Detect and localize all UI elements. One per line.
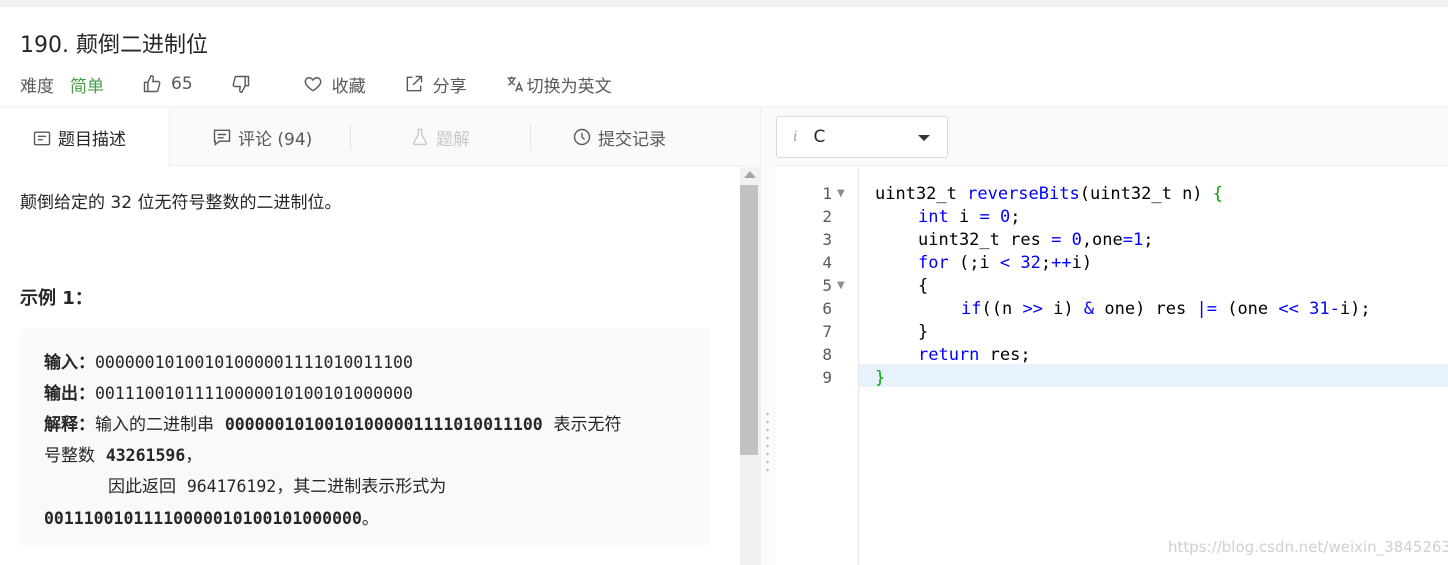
example-explanation-line4: 00111001011110000010100101000000。 (44, 504, 379, 529)
info-icon: i (793, 129, 798, 145)
language-select[interactable]: i C (776, 116, 948, 158)
explain-text: ，其二进制表示形式为 (276, 477, 447, 497)
tab-separator (350, 124, 351, 150)
tab-comments[interactable]: 评论 (94) (212, 108, 312, 166)
code-line: int i = 0; (918, 207, 1021, 227)
difficulty-label: 难度 (20, 76, 54, 97)
panel-resize-handle[interactable] (760, 108, 775, 565)
chevron-down-icon (918, 135, 930, 141)
example-output: 输出：00111001011110000010100101000000 (44, 379, 413, 404)
line-number: 9 (822, 368, 832, 387)
example-explanation-line3: 因此返回 964176192，其二进制表示形式为 (108, 472, 446, 497)
description-scrollbar[interactable] (740, 167, 760, 565)
share-icon (406, 75, 422, 92)
explain-number: 43261596 (105, 446, 186, 465)
share-button[interactable]: 分享 (404, 72, 467, 97)
fold-arrow-icon[interactable]: ▼ (837, 188, 845, 199)
scroll-up-arrow-icon[interactable] (744, 171, 756, 178)
explain-binary: 00111001011110000010100101000000 (44, 509, 362, 528)
explain-text: 。 (361, 509, 379, 529)
line-number: 2 (822, 207, 832, 226)
description-icon (33, 130, 51, 145)
code-editor[interactable]: 1 ▼ 2 3 4 5 ▼ 6 7 8 9 uint32_t reverseBi… (775, 167, 1448, 565)
description-text: 颠倒给定的 32 位无符号整数的二进制位。 (20, 193, 342, 213)
line-number: 4 (822, 253, 832, 272)
explain-text: 因此返回 (108, 477, 176, 497)
switch-language-button[interactable]: 切换为英文 (505, 72, 612, 97)
explain-binary: 00000010100101000001111010011100 (224, 415, 543, 434)
line-number: 7 (822, 322, 832, 341)
problem-title: 190. 颠倒二进制位 (20, 33, 208, 58)
example-box: 输入：00000010100101000001111010011100 输出：0… (20, 329, 710, 545)
tab-separator (530, 124, 531, 150)
explain-label: 解释： (44, 415, 95, 435)
tab-description-label: 题目描述 (58, 130, 126, 150)
explain-number: 964176192 (186, 477, 277, 496)
translate-icon (507, 76, 523, 92)
tab-submissions[interactable]: 提交记录 (572, 108, 666, 166)
example-explanation-line2: 号整数 43261596， (44, 441, 202, 466)
line-number: 8 (822, 345, 832, 364)
input-label: 输入： (44, 353, 95, 373)
dislike-button[interactable] (231, 74, 251, 94)
like-button[interactable]: 65 (142, 74, 193, 94)
share-label: 分享 (432, 76, 467, 97)
difficulty-value: 简单 (70, 76, 104, 97)
output-label: 输出： (44, 384, 95, 404)
code-line: if((n >> i) & one) res |= (one << 31-i); (961, 299, 1371, 319)
switch-language-label: 切换为英文 (526, 76, 612, 97)
code-line: uint32_t reverseBits(uint32_t n) { (875, 184, 1224, 204)
code-line: uint32_t res = 0,one=1; (918, 230, 1154, 250)
tab-comments-label: 评论 (94) (238, 129, 313, 150)
output-value: 00111001011110000010100101000000 (95, 384, 413, 403)
drag-dots-icon (766, 410, 769, 474)
fold-arrow-icon[interactable]: ▼ (837, 280, 845, 291)
problem-tabs: 题目描述 评论 (94) 题解 提交记录 (0, 108, 760, 167)
example-title: 示例 1： (20, 288, 93, 309)
tab-submissions-label: 提交记录 (598, 129, 666, 150)
code-line: } (875, 368, 886, 388)
example-input: 输入：00000010100101000001111010011100 (44, 348, 413, 373)
thumbs-up-icon (143, 74, 161, 93)
heart-icon (304, 77, 322, 92)
problem-meta: 难度 简单 65 收藏 分享 切换为英文 (20, 69, 612, 99)
problem-header: 190. 颠倒二进制位 难度 简单 65 收藏 分享 切换为英文 (0, 0, 1448, 106)
like-count: 65 (171, 74, 193, 94)
clock-icon (573, 128, 591, 146)
explain-text: 表示无符 (553, 415, 622, 435)
example-explanation-line1: 解释：输入的二进制串 00000010100101000001111010011… (44, 410, 622, 435)
explain-text: ， (185, 446, 203, 466)
tab-description[interactable]: 题目描述 (0, 108, 170, 167)
code-line: { (918, 276, 929, 296)
favorite-button[interactable]: 收藏 (303, 72, 366, 97)
thumbs-down-icon (232, 75, 249, 94)
active-line-highlight (859, 364, 1448, 387)
favorite-label: 收藏 (331, 76, 366, 97)
line-number: 3 (822, 230, 832, 249)
flask-icon (412, 128, 428, 146)
line-number: 1 (822, 184, 832, 203)
tab-solutions[interactable]: 题解 (410, 108, 470, 166)
scroll-thumb[interactable] (740, 185, 758, 455)
code-line: for (;i < 32;++i) (918, 253, 1093, 273)
line-number: 6 (822, 299, 832, 318)
code-line: return res; (918, 345, 1031, 365)
code-line: } (918, 322, 929, 342)
difficulty: 难度 简单 (20, 72, 142, 97)
explain-text: 输入的二进制串 (95, 415, 214, 435)
line-number: 5 (822, 276, 832, 295)
explain-text: 号整数 (44, 446, 95, 466)
line-number-gutter: 1 ▼ 2 3 4 5 ▼ 6 7 8 9 (775, 167, 859, 565)
language-value: C (813, 127, 826, 147)
input-value: 00000010100101000001111010011100 (95, 353, 413, 372)
tab-solutions-label: 题解 (436, 129, 470, 150)
comment-icon (213, 129, 231, 146)
watermark: https://blog.csdn.net/weixin_38452632 (1168, 538, 1448, 556)
